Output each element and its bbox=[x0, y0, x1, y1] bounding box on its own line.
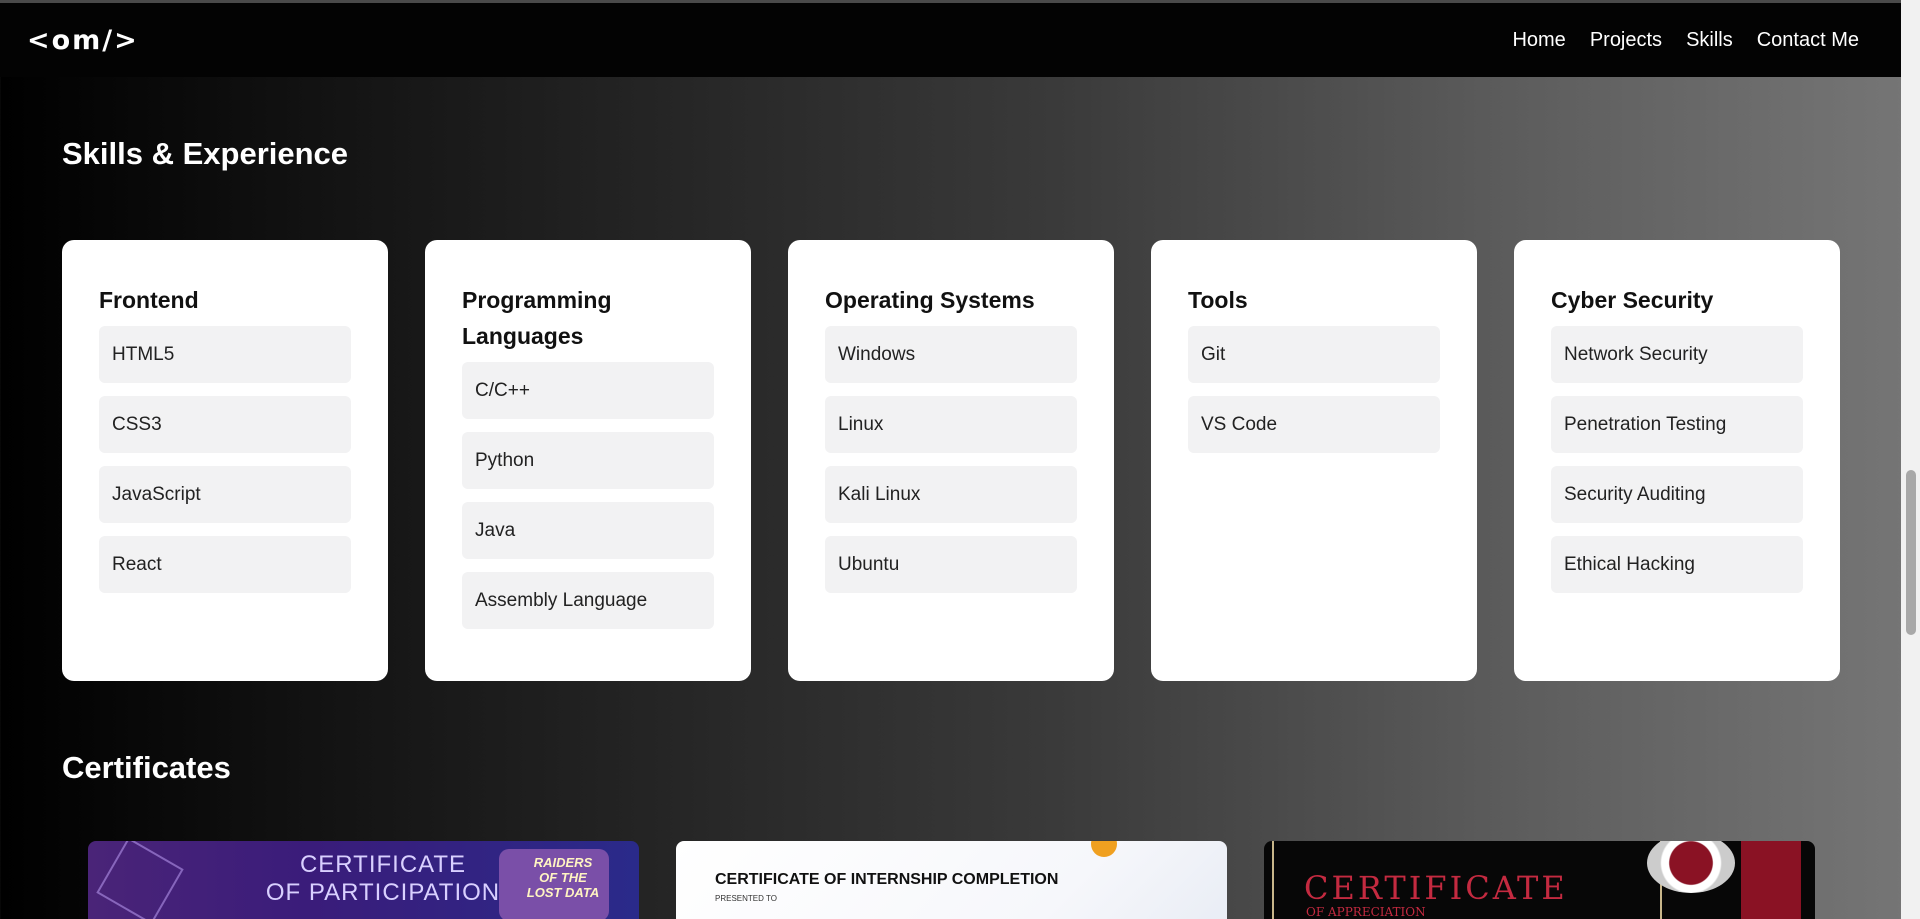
red-band-decoration bbox=[1741, 841, 1801, 919]
skill-item: VS Code bbox=[1188, 396, 1440, 453]
skill-item: Java bbox=[462, 502, 714, 559]
skill-card-operating-systems: Operating Systems Windows Linux Kali Lin… bbox=[788, 240, 1114, 681]
skills-section-title: Skills & Experience bbox=[62, 136, 349, 171]
skill-card-cyber-security: Cyber Security Network Security Penetrat… bbox=[1514, 240, 1840, 681]
skill-item: Linux bbox=[825, 396, 1077, 453]
skill-item: HTML5 bbox=[99, 326, 351, 383]
certificates-gallery: CERTIFICATE OF PARTICIPATION RAIDERS OF … bbox=[88, 841, 1815, 919]
skill-item: Windows bbox=[825, 326, 1077, 383]
skill-card-title: Programming Languages bbox=[462, 287, 612, 349]
certificate-subtitle: PRESENTED TO bbox=[715, 894, 777, 903]
certificate-internship-image[interactable]: CERTIFICATE OF INTERNSHIP COMPLETION PRE… bbox=[676, 841, 1227, 919]
skill-card-title: Cyber Security bbox=[1551, 287, 1714, 313]
certificate-title: CERTIFICATE OF PARTICIPATION bbox=[233, 851, 533, 907]
skills-cards: Frontend HTML5 CSS3 JavaScript React Pro… bbox=[62, 240, 1840, 681]
nav-link-skills[interactable]: Skills bbox=[1686, 29, 1733, 52]
skill-item: Python bbox=[462, 432, 714, 489]
nav-link-contact[interactable]: Contact Me bbox=[1757, 29, 1859, 52]
skill-item: Assembly Language bbox=[462, 572, 714, 629]
nav-link-projects[interactable]: Projects bbox=[1590, 29, 1662, 52]
skill-item: Ubuntu bbox=[825, 536, 1077, 593]
certificate-title: CERTIFICATE bbox=[1304, 869, 1568, 907]
nav-link-home[interactable]: Home bbox=[1512, 29, 1565, 52]
nav-links: Home Projects Skills Contact Me bbox=[1512, 29, 1859, 52]
skill-card-tools: Tools Git VS Code bbox=[1151, 240, 1477, 681]
navbar: <om/> Home Projects Skills Contact Me bbox=[0, 3, 1901, 77]
skill-item: C/C++ bbox=[462, 362, 714, 419]
skill-item: CSS3 bbox=[99, 396, 351, 453]
skill-item: React bbox=[99, 536, 351, 593]
certificate-title: CERTIFICATE OF INTERNSHIP COMPLETION bbox=[715, 871, 1059, 888]
site-logo[interactable]: <om/> bbox=[27, 25, 139, 56]
skill-card-title: Operating Systems bbox=[825, 287, 1035, 313]
hexagon-decoration bbox=[96, 841, 184, 919]
certificate-title-line2: OF PARTICIPATION bbox=[265, 879, 501, 906]
skill-item: Kali Linux bbox=[825, 466, 1077, 523]
skill-item: Security Auditing bbox=[1551, 466, 1803, 523]
skill-item: Network Security bbox=[1551, 326, 1803, 383]
badge-dot-decoration bbox=[1091, 841, 1117, 857]
skill-item: JavaScript bbox=[99, 466, 351, 523]
certificate-subtitle: OF APPRECIATION bbox=[1306, 905, 1426, 919]
page-scrollbar[interactable] bbox=[1901, 0, 1920, 919]
skill-item: Ethical Hacking bbox=[1551, 536, 1803, 593]
raiders-logo-text: RAIDERS OF THE LOST DATA bbox=[526, 855, 600, 900]
skill-card-programming-languages: Programming Languages C/C++ Python Java … bbox=[425, 240, 751, 681]
skill-item: Git bbox=[1188, 326, 1440, 383]
certificates-section-title: Certificates bbox=[62, 750, 231, 785]
certificate-title-line1: CERTIFICATE bbox=[299, 851, 467, 878]
skill-card-title: Tools bbox=[1188, 287, 1248, 313]
scrollbar-thumb[interactable] bbox=[1906, 470, 1916, 635]
skill-item: Penetration Testing bbox=[1551, 396, 1803, 453]
certificate-appreciation-image[interactable]: CERTIFICATE OF APPRECIATION bbox=[1264, 841, 1815, 919]
skill-card-frontend: Frontend HTML5 CSS3 JavaScript React bbox=[62, 240, 388, 681]
skill-card-title: Frontend bbox=[99, 287, 199, 313]
certificate-participation-image[interactable]: CERTIFICATE OF PARTICIPATION RAIDERS OF … bbox=[88, 841, 639, 919]
